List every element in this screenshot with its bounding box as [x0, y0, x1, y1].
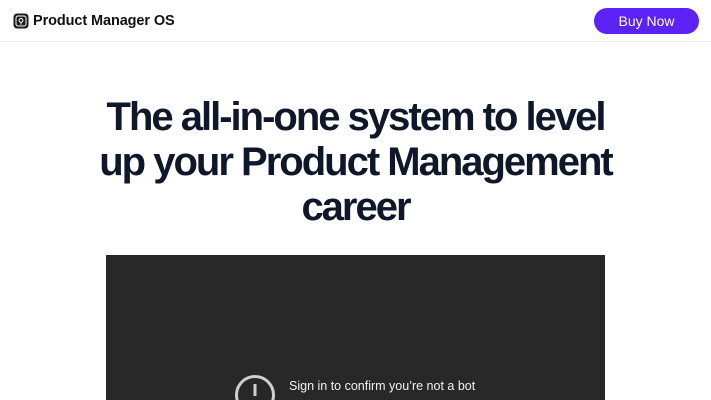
hero-title: The all-in-one system to level up your P… [99, 95, 614, 229]
video-signin-message: Sign in to confirm you’re not a bot [289, 379, 476, 393]
buy-now-button[interactable]: Buy Now [594, 8, 699, 34]
brand-name: Product Manager OS [33, 13, 175, 29]
brand-link[interactable]: Product Manager OS [13, 12, 175, 30]
page: Product Manager OS Buy Now The all-in-on… [0, 0, 711, 400]
brand-logo-icon [13, 13, 29, 29]
hero-section: The all-in-one system to level up your P… [0, 95, 711, 230]
embedded-video-player[interactable]: Sign in to confirm you’re not a bot [106, 255, 605, 400]
top-navbar: Product Manager OS Buy Now [0, 0, 711, 42]
alert-circle-icon [235, 375, 275, 400]
